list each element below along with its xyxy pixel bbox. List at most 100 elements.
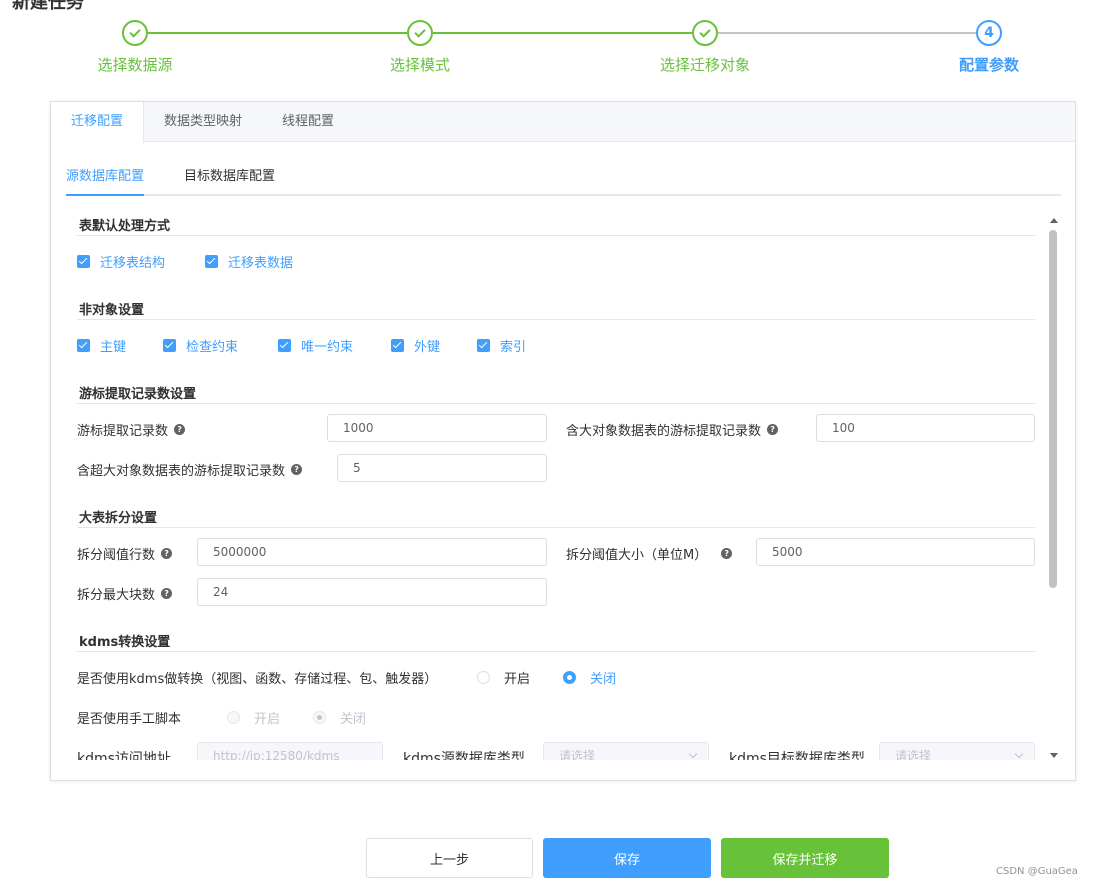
scroll-up-arrow-icon[interactable] [1050, 218, 1058, 223]
section-title-table-default: 表默认处理方式 [79, 219, 171, 234]
steps-bar: 选择数据源 选择模式 选择迁移对象 4 配置参数 [0, 20, 1095, 80]
checkbox-label: 检查约束 [186, 340, 239, 355]
size-threshold-input[interactable]: 5000 [756, 538, 1035, 566]
field-label-rows-threshold: 拆分阈值行数? [77, 544, 173, 563]
radio-checked-icon [313, 711, 326, 724]
checkbox-label: 主键 [100, 340, 127, 355]
checkbox-checked-icon [391, 339, 404, 352]
help-icon[interactable]: ? [721, 548, 733, 559]
radio-unchecked-icon [477, 671, 490, 684]
large-lob-fetch-count-input[interactable]: 5 [337, 454, 547, 482]
tab-migration-config[interactable]: 迁移配置 [51, 102, 145, 143]
field-label-use-kdms: 是否使用kdms做转换（视图、函数、存储过程、包、触发器） [77, 672, 438, 687]
label-text: 拆分阈值行数 [77, 548, 156, 563]
checkbox-checked-icon [163, 339, 176, 352]
lob-fetch-count-input[interactable]: 100 [816, 414, 1035, 442]
step-1-label: 选择数据源 [97, 56, 173, 74]
section-title-non-object: 非对象设置 [79, 303, 145, 318]
label-text: 游标提取记录数 [77, 424, 169, 439]
step-4-number: 4 [976, 20, 1002, 46]
config-card: 迁移配置 数据类型映射 线程配置 源数据库配置 目标数据库配置 表默认处理方式 … [50, 101, 1076, 781]
radio-unchecked-icon [227, 711, 240, 724]
tab-type-mapping[interactable]: 数据类型映射 [144, 102, 262, 142]
subtab-target-db[interactable]: 目标数据库配置 [184, 160, 275, 194]
divider [77, 319, 1035, 320]
save-and-migrate-button[interactable]: 保存并迁移 [721, 838, 889, 878]
field-label-size-threshold: 拆分阈值大小（单位M）? [566, 544, 733, 563]
section-title-split: 大表拆分设置 [79, 511, 158, 526]
field-label-fetch-count: 游标提取记录数? [77, 420, 186, 439]
help-icon[interactable]: ? [161, 548, 173, 559]
divider [77, 651, 1035, 652]
help-icon[interactable]: ? [174, 424, 186, 435]
divider [77, 403, 1035, 404]
step-2-label: 选择模式 [389, 56, 450, 74]
label-text: 拆分最大块数 [77, 588, 156, 603]
step-2: 选择模式 [340, 20, 500, 75]
scroll-thumb[interactable] [1049, 230, 1057, 588]
section-title-kdms: kdms转换设置 [79, 635, 171, 650]
prev-step-button[interactable]: 上一步 [366, 838, 533, 878]
step-3-label: 选择迁移对象 [659, 56, 750, 74]
chevron-down-icon [1014, 749, 1024, 759]
field-label-lob-fetch-count: 含大对象数据表的游标提取记录数? [566, 420, 779, 439]
label-text: 含大对象数据表的游标提取记录数 [566, 424, 762, 439]
field-label-large-lob-fetch-count: 含超大对象数据表的游标提取记录数? [77, 460, 303, 479]
checkbox-migrate-structure[interactable]: 迁移表结构 [77, 252, 165, 271]
section-title-cursor: 游标提取记录数设置 [79, 387, 197, 402]
divider [77, 235, 1035, 236]
subtab-source-db[interactable]: 源数据库配置 [66, 160, 145, 196]
help-icon[interactable]: ? [291, 464, 303, 475]
checkbox-checked-icon [205, 255, 218, 268]
radio-use-kdms-on[interactable]: 开启 [477, 668, 530, 687]
kdms-source-type-select[interactable]: 请选择 [543, 742, 709, 760]
field-label-kdms-address: kdms访问地址 [77, 751, 171, 760]
checkbox-unique-constraint[interactable]: 唯一约束 [278, 336, 353, 355]
checkbox-label: 外键 [414, 340, 441, 355]
radio-label: 关闭 [590, 672, 617, 687]
watermark: CSDN @GuaGea [996, 866, 1078, 877]
checkbox-migrate-data[interactable]: 迁移表数据 [205, 252, 293, 271]
page-title: 新建任务 [12, 0, 84, 13]
radio-label: 开启 [504, 672, 531, 687]
checkbox-check-constraint[interactable]: 检查约束 [163, 336, 238, 355]
radio-label: 开启 [254, 712, 281, 727]
step-1: 选择数据源 [55, 20, 215, 75]
field-label-max-chunks: 拆分最大块数? [77, 584, 173, 603]
help-icon[interactable]: ? [767, 424, 779, 435]
radio-manual-script-off[interactable]: 关闭 [313, 708, 366, 727]
subtab-bar: 源数据库配置 目标数据库配置 [66, 160, 1061, 196]
field-label-kdms-source-type: kdms源数据库类型 [403, 751, 525, 760]
label-text: 拆分阈值大小（单位M） [566, 548, 708, 563]
step-1-check-icon [122, 20, 148, 46]
page-root: 新建任务 选择数据源 选择模式 选择迁移对象 4 配置参数 迁移配置 数据类型映… [0, 0, 1095, 887]
checkbox-index[interactable]: 索引 [477, 336, 526, 355]
radio-use-kdms-off[interactable]: 关闭 [563, 668, 616, 687]
kdms-address-input[interactable]: http://ip:12580/kdms [197, 742, 383, 760]
step-4-label: 配置参数 [958, 56, 1019, 74]
field-label-manual-script: 是否使用手工脚本 [77, 712, 182, 727]
rows-threshold-input[interactable]: 5000000 [197, 538, 547, 566]
scroll-down-arrow-icon[interactable] [1050, 753, 1058, 758]
radio-checked-icon [563, 671, 576, 684]
checkbox-checked-icon [278, 339, 291, 352]
fetch-count-input[interactable]: 1000 [327, 414, 547, 442]
checkbox-label: 索引 [500, 340, 527, 355]
checkbox-foreign-key[interactable]: 外键 [391, 336, 440, 355]
save-button[interactable]: 保存 [543, 838, 711, 878]
select-placeholder: 请选择 [895, 749, 932, 760]
scroll-area: 表默认处理方式 迁移表结构 迁移表数据 非对象设置 主键 检查约束 唯一约束 外… [51, 202, 1075, 760]
step-2-check-icon [407, 20, 433, 46]
select-placeholder: 请选择 [559, 749, 596, 760]
checkbox-label: 唯一约束 [301, 340, 354, 355]
kdms-target-type-select[interactable]: 请选择 [879, 742, 1035, 760]
max-chunks-input[interactable]: 24 [197, 578, 547, 606]
radio-manual-script-on[interactable]: 开启 [227, 708, 280, 727]
vertical-scrollbar[interactable] [1048, 218, 1060, 758]
chevron-down-icon [688, 749, 698, 759]
help-icon[interactable]: ? [161, 588, 173, 599]
checkbox-checked-icon [77, 255, 90, 268]
field-label-kdms-target-type: kdms目标数据库类型 [729, 751, 865, 760]
checkbox-primary-key[interactable]: 主键 [77, 336, 126, 355]
tab-thread-config[interactable]: 线程配置 [262, 102, 354, 142]
